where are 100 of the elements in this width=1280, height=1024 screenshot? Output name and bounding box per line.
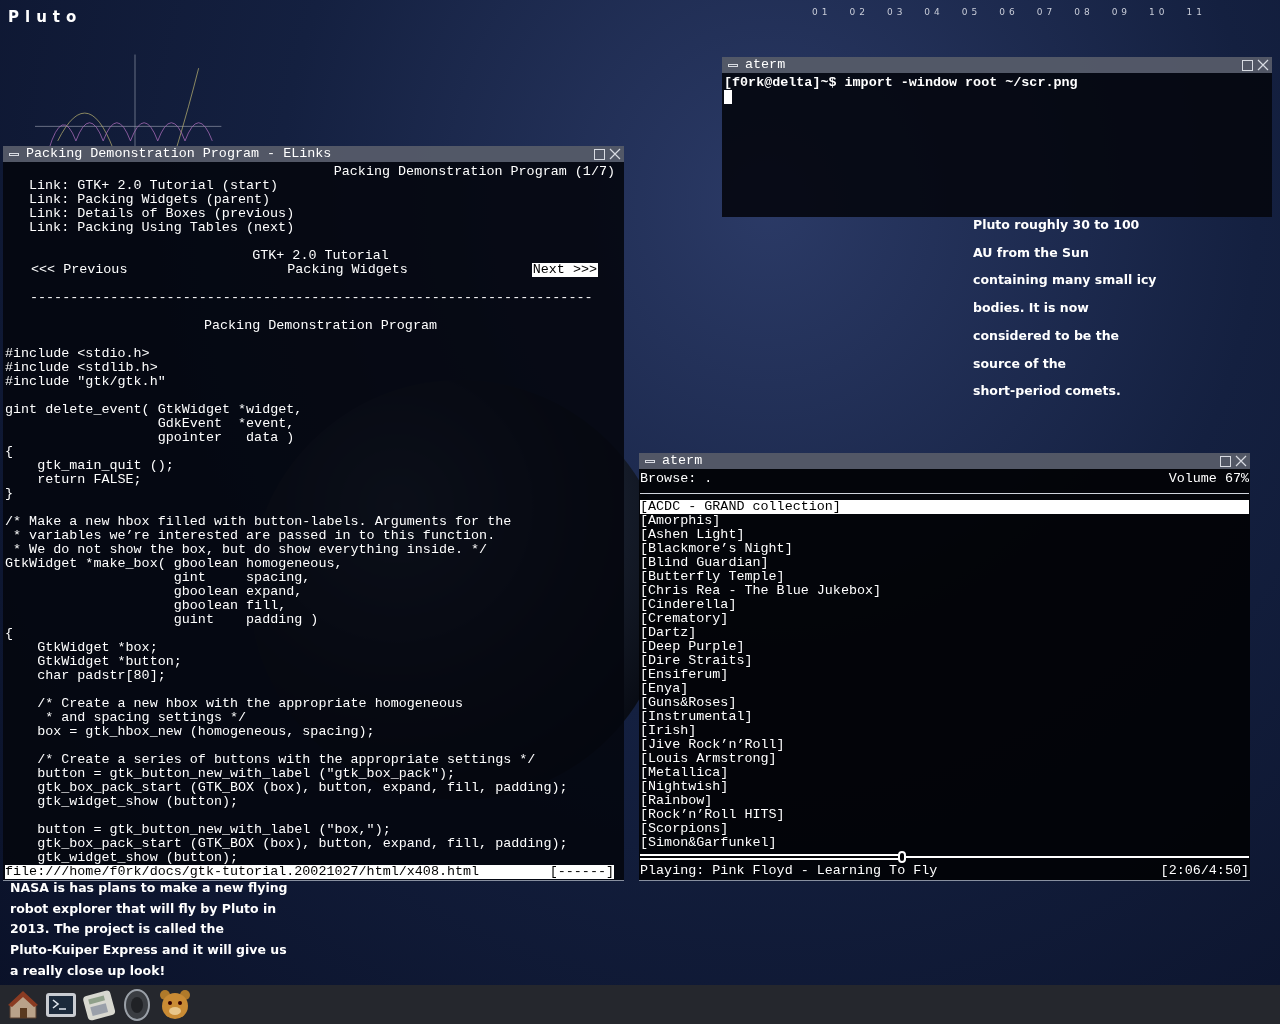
window-titlebar[interactable]: aterm	[722, 57, 1272, 73]
window-title: Packing Demonstration Program - ELinks	[26, 146, 332, 162]
status-flags: [------]	[549, 865, 614, 879]
playlist-item[interactable]: [Nightwish]	[640, 780, 1249, 794]
code-line: GtkWidget *make_box( gboolean homogeneous,	[5, 557, 343, 571]
wallpaper-text-line: robot explorer that will fly by Pluto in	[10, 899, 278, 918]
playback-progress-thumb[interactable]	[897, 851, 906, 863]
code-line: {	[5, 445, 14, 459]
playlist-item[interactable]: [Guns&Roses]	[640, 696, 1249, 710]
playlist-item[interactable]: [Ashen Light]	[640, 528, 1249, 542]
clock-hour-mark: 05	[961, 6, 982, 19]
previous-link[interactable]: <<< Previous	[31, 263, 128, 277]
minimize-button[interactable]	[8, 150, 20, 158]
track-time: [2:06/4:50]	[1160, 864, 1249, 878]
wallpaper-text-line: Pluto-Kuiper Express and it will give us	[10, 941, 288, 960]
playlist-item[interactable]: [Simon&Garfunkel]	[640, 836, 1249, 850]
code-line: gboolean fill,	[172, 599, 287, 613]
wallpaper-text-line: NASA is has plans to make a new flying	[10, 879, 288, 897]
playlist-item[interactable]: [Enya]	[640, 682, 1249, 696]
text-cursor	[724, 90, 732, 104]
code-line: #include <stdio.h>	[5, 347, 150, 361]
wallpaper-text-line: 2013. The project is called the	[10, 920, 225, 939]
volume-readout: Volume 67%	[1168, 472, 1249, 486]
wallpaper-text-line: considered to be the	[973, 326, 1121, 345]
code-line: #include "gtk/gtk.h"	[5, 375, 166, 389]
clock-hour-mark: 03	[886, 6, 907, 19]
link[interactable]: Link: Packing Widgets (parent)	[29, 193, 271, 207]
bear-face-icon[interactable]	[158, 987, 192, 1022]
section-title: Packing Widgets	[286, 263, 408, 277]
link[interactable]: Link: GTK+ 2.0 Tutorial (start)	[29, 179, 279, 193]
playback-progress-track[interactable]	[640, 850, 1249, 864]
playlist-item[interactable]: [Louis Armstrong]	[640, 752, 1249, 766]
playlist-item[interactable]: [Blind Guardian]	[640, 556, 1249, 570]
playlist-item[interactable]: [Dartz]	[640, 626, 1249, 640]
code-line: {	[5, 627, 14, 641]
window-titlebar[interactable]: aterm	[639, 453, 1250, 469]
dashed-rule: ----------------------------------------------------------------------	[30, 291, 593, 305]
link[interactable]: Link: Details of Boxes (previous)	[29, 207, 295, 221]
code-line: * We do not show the box, but do show everything inside. */	[12, 543, 488, 557]
close-button[interactable]	[1257, 59, 1269, 71]
playlist-item[interactable]: [Rainbow]	[640, 794, 1249, 808]
command-line: [f0rk@delta]~$ import -window root ~/scr.png	[724, 76, 1078, 90]
wallpaper-text-line: source of the	[973, 354, 1068, 373]
link[interactable]: Link: Packing Using Tables (next)	[29, 221, 295, 235]
code-line: /* Make a new hbox filled with button-labels. Arguments for the	[5, 515, 512, 529]
wallpaper-text-line: Pluto roughly 30 to 100	[973, 216, 1141, 234]
playlist-item[interactable]: [Instrumental]	[640, 710, 1249, 724]
now-playing: Playing: Pink Floyd - Learning To Fly	[640, 864, 938, 878]
playlist-item[interactable]: [Blackmore’s Night]	[640, 542, 1249, 556]
clock-hour-mark: 06	[999, 6, 1019, 19]
close-button[interactable]	[609, 148, 621, 160]
code-line: char padstr[80];	[36, 669, 166, 683]
code-line: gtk_widget_show (button);	[36, 795, 239, 809]
playlist-item[interactable]: [Chris Rea - The Blue Jukebox]	[640, 584, 1249, 598]
code-line: gint spacing,	[172, 571, 311, 585]
playlist-item[interactable]: [Irish]	[640, 724, 1249, 738]
close-icon	[1235, 455, 1247, 467]
code-line: GtkWidget *box;	[36, 641, 158, 655]
clock-hour-mark: 09	[1111, 6, 1132, 19]
code-line: #include <stdlib.h>	[5, 361, 158, 375]
minimize-button[interactable]	[727, 61, 739, 69]
playlist-item[interactable]: [Rock’n’Roll HITS]	[640, 808, 1249, 822]
code-line: * variables we’re interested are passed in to this function.	[12, 529, 496, 543]
window-titlebar[interactable]: Packing Demonstration Program - ELinks	[3, 146, 624, 162]
code-line: GdkEvent *event,	[156, 417, 295, 431]
clock-hour-mark: 10	[1149, 6, 1169, 19]
playlist-item[interactable]: [Amorphis]	[640, 514, 1249, 528]
playlist-item[interactable]: [Deep Purple]	[640, 640, 1249, 654]
code-line: gtk_box_pack_start (GTK_BOX (box), button, expand, fill, padding);	[36, 837, 568, 851]
window-title: aterm	[662, 453, 703, 469]
wallpaper-text-line: containing many small icy	[973, 271, 1157, 290]
page-header: Packing Demonstration Program (1/7)	[333, 165, 615, 179]
minimize-button[interactable]	[644, 457, 656, 465]
wallpaper-text-line: bodies. It is now	[973, 299, 1090, 318]
clock-hour-mark: 11	[1186, 6, 1206, 19]
next-link[interactable]: Next >>>	[531, 263, 598, 277]
playlist-item[interactable]: [Metallica]	[640, 766, 1249, 780]
code-line: /* Create a series of buttons with the appropriate settings */	[36, 753, 536, 767]
code-line: gint delete_event( GtkWidget *widget,	[5, 403, 303, 417]
wallpaper-text-line: short-period comets.	[973, 382, 1122, 401]
playlist-item[interactable]: [Crematory]	[640, 612, 1249, 626]
maximize-button[interactable]	[1242, 59, 1253, 71]
nav-title: GTK+ 2.0 Tutorial	[252, 249, 389, 263]
code-line: box = gtk_hbox_new (homogeneous, spacing);	[36, 725, 375, 739]
code-line: return FALSE;	[36, 473, 142, 487]
playlist-item[interactable]: [Ensiferum]	[640, 668, 1249, 682]
playlist-item[interactable]: [ACDC - GRAND collection]	[640, 500, 1249, 514]
clock-hour-mark: 04	[924, 6, 944, 19]
playlist-item[interactable]: [Jive Rock’n’Roll]	[640, 738, 1249, 752]
code-line: gpointer data )	[156, 431, 295, 445]
browse-path: Browse: .	[640, 472, 713, 486]
playlist-item[interactable]: [Cinderella]	[640, 598, 1249, 612]
close-button[interactable]	[1235, 455, 1247, 467]
playlist-item[interactable]: [Dire Straits]	[640, 654, 1249, 668]
maximize-button[interactable]	[594, 148, 605, 160]
playlist-item[interactable]: [Butterfly Temple]	[640, 570, 1249, 584]
playlist-item[interactable]: [Scorpions]	[640, 822, 1249, 836]
maximize-button[interactable]	[1220, 455, 1231, 467]
wallpaper-text-line: a really close up look!	[10, 961, 167, 980]
code-line: GtkWidget *button;	[36, 655, 182, 669]
